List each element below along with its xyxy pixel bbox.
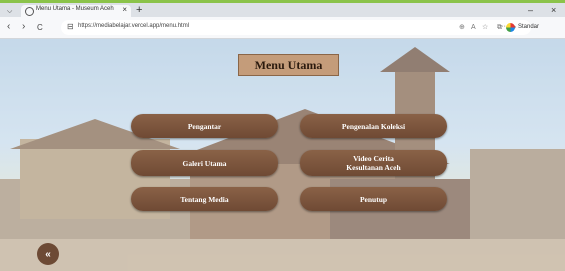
menu-button-penutup[interactable]: Penutup [300,187,447,211]
read-aloud-icon[interactable]: A [471,23,476,32]
window-close-button[interactable]: × [551,6,556,15]
tab-search-icon[interactable]: ⊕ [459,23,465,32]
site-info-icon[interactable]: ⊟ [67,22,74,31]
page-viewport: Menu Utama Pengantar Pengenalan Koleksi … [0,39,565,271]
page-title: Menu Utama [238,54,339,76]
tab-bar: ⌵ Menu Utama - Museum Aceh × + – × [0,3,565,17]
tab-title: Menu Utama - Museum Aceh [36,6,114,12]
forward-nav-button[interactable]: › [22,21,25,33]
profile-label[interactable]: Standar [518,24,539,30]
reload-button[interactable]: C [37,22,43,34]
menu-button-tentang-media[interactable]: Tentang Media [131,187,278,211]
minimize-button[interactable]: – [528,6,533,15]
menu-button-galeri-utama[interactable]: Galeri Utama [131,150,278,176]
address-url[interactable]: https://mediabelajar.vercel.app/menu.htm… [78,23,189,29]
menu-button-pengenalan-koleksi[interactable]: Pengenalan Koleksi [300,114,447,138]
favicon-icon [25,7,34,16]
back-nav-button[interactable]: ‹ [7,21,10,33]
browser-toolbar: ‹ › C ⊟ https://mediabelajar.vercel.app/… [0,17,565,39]
menu-button-video-cerita[interactable]: Video Cerita Kesultanan Aceh [300,150,447,176]
tab-list-chevron-icon[interactable]: ⌵ [7,8,12,15]
back-button[interactable]: « [37,243,59,265]
address-bar[interactable]: ⊟ https://mediabelajar.vercel.app/menu.h… [61,20,531,35]
menu-button-pengantar[interactable]: Pengantar [131,114,278,138]
favorite-icon[interactable]: ☆ [482,23,488,32]
browser-tab[interactable]: Menu Utama - Museum Aceh × [21,5,131,17]
more-menu-icon[interactable]: ··· [499,23,506,30]
copilot-icon[interactable] [506,23,515,32]
new-tab-button[interactable]: + [136,5,142,16]
tab-close-icon[interactable]: × [122,5,127,15]
